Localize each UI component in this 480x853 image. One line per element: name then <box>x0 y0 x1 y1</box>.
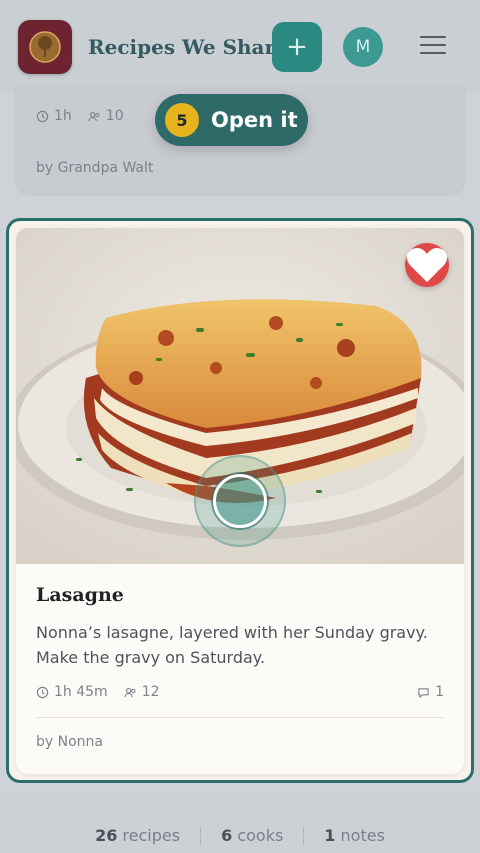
app-header: Recipes We Share <box>0 0 480 94</box>
app-title: Recipes We Share <box>88 35 288 59</box>
stats-separator <box>303 826 305 845</box>
step-instruction: Open it <box>211 108 298 132</box>
notes-label: notes <box>340 826 385 845</box>
plus-icon: + <box>286 32 308 62</box>
people-icon <box>124 687 136 697</box>
tap-indicator <box>213 474 267 528</box>
cooks-count: 6 <box>221 826 233 845</box>
previous-card-meta: 1h 10 <box>36 108 124 124</box>
recipe-title: Lasagne <box>36 584 124 606</box>
favorite-button[interactable] <box>405 243 449 287</box>
recipe-time: 1h 45m <box>54 684 108 700</box>
stat-notes: 1 notes <box>324 826 385 845</box>
clock-icon <box>36 686 49 698</box>
comments-count[interactable]: 1 <box>417 684 444 700</box>
recipe-author: by Nonna <box>36 734 103 750</box>
menu-line <box>420 44 446 46</box>
tutorial-step-pill: 5 Open it <box>155 94 308 146</box>
heart-icon <box>406 248 448 283</box>
previous-card-author: by Grandpa Walt <box>36 160 154 176</box>
tree-icon <box>29 31 61 63</box>
recipes-label: recipes <box>122 826 181 845</box>
recipes-count: 26 <box>95 826 118 845</box>
menu-line <box>420 36 446 38</box>
previous-card-servings: 10 <box>105 108 124 124</box>
user-avatar[interactable]: M <box>343 27 383 67</box>
people-icon <box>88 111 100 121</box>
hamburger-menu-button[interactable] <box>420 36 446 56</box>
app-logo[interactable] <box>18 20 72 74</box>
site-stats: 26 recipes 6 cooks 1 notes <box>0 826 480 845</box>
menu-line <box>420 52 446 54</box>
cooks-label: cooks <box>237 826 284 845</box>
card-divider <box>36 717 444 718</box>
recipe-servings: 12 <box>141 684 160 700</box>
comments-number: 1 <box>435 684 444 700</box>
stat-recipes: 26 recipes <box>95 826 180 845</box>
stat-cooks: 6 cooks <box>221 826 283 845</box>
recipe-description: Nonna’s lasagne, layered with her Sunday… <box>36 623 428 667</box>
recipe-meta: 1h 45m 12 <box>36 684 160 700</box>
add-recipe-button[interactable]: + <box>272 22 322 72</box>
stats-separator <box>200 826 202 845</box>
notes-count: 1 <box>324 826 336 845</box>
step-number-badge: 5 <box>165 103 199 137</box>
clock-icon <box>36 110 49 122</box>
previous-card-time: 1h <box>54 108 72 124</box>
comment-icon <box>418 687 429 698</box>
